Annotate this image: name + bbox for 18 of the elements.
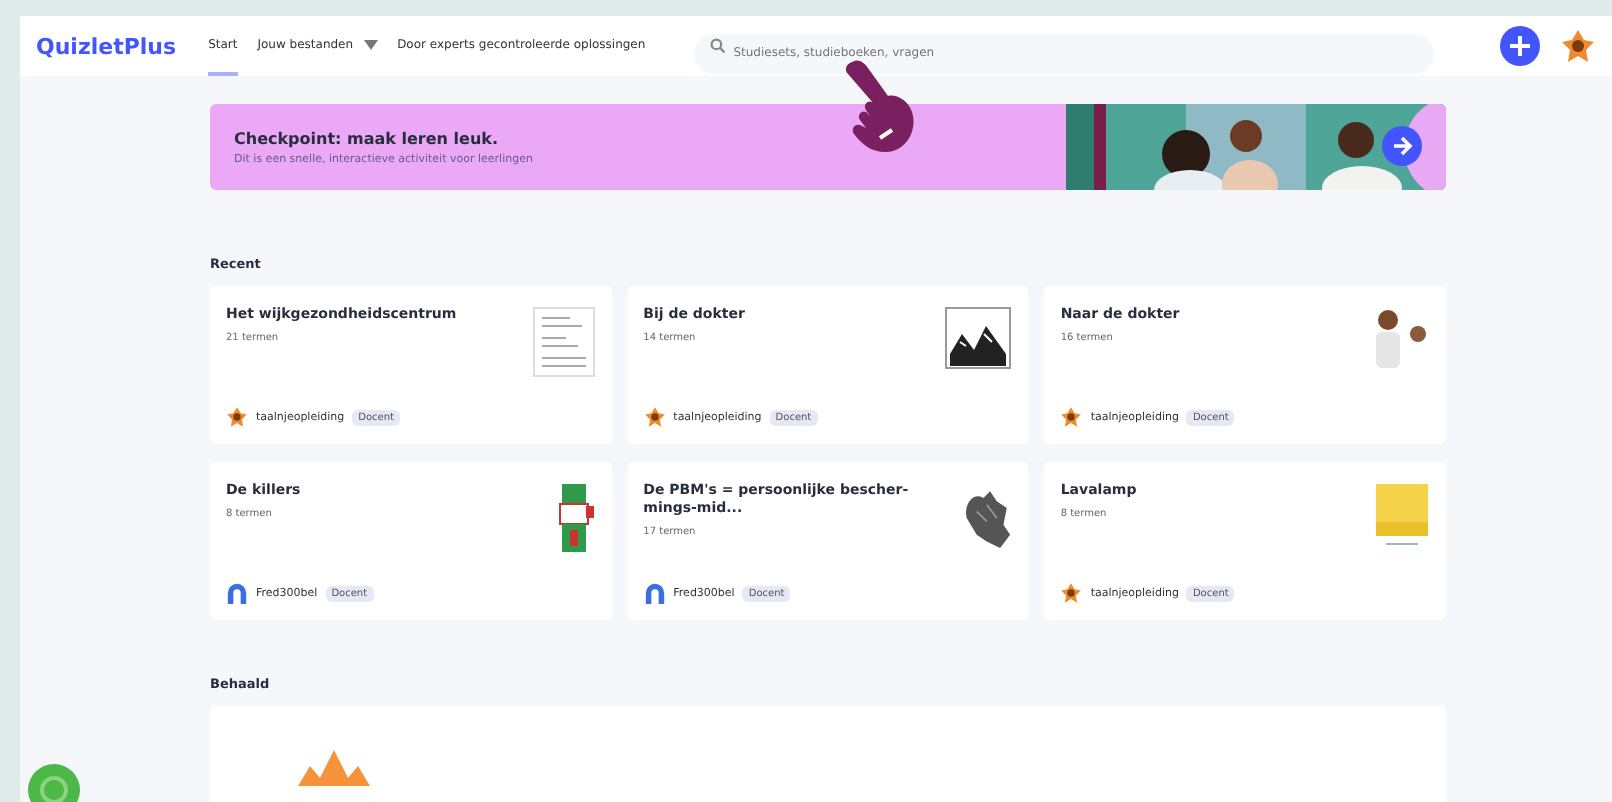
banner-title: Checkpoint: maak leren leuk. [234, 129, 501, 147]
user-avatar-icon [643, 406, 666, 428]
user-avatar-icon [226, 582, 248, 604]
lamp-box-icon [1374, 482, 1430, 550]
document-icon [531, 306, 596, 378]
user-avatar-icon [1060, 582, 1083, 604]
arrow-button[interactable] [1382, 126, 1422, 166]
search-icon [709, 38, 726, 54]
spray-can-icon [555, 482, 596, 554]
flame-icon [294, 750, 374, 786]
create-button[interactable] [1500, 26, 1540, 66]
mountain-sketch-icon [944, 306, 1013, 370]
user-avatar-icon [1060, 406, 1083, 428]
avatar-icon[interactable] [1560, 28, 1596, 64]
logo[interactable]: QuizletPlus [36, 33, 177, 59]
person-figure-icon [1370, 306, 1430, 370]
user-avatar-icon [226, 406, 248, 428]
user-avatar-icon [643, 582, 666, 604]
